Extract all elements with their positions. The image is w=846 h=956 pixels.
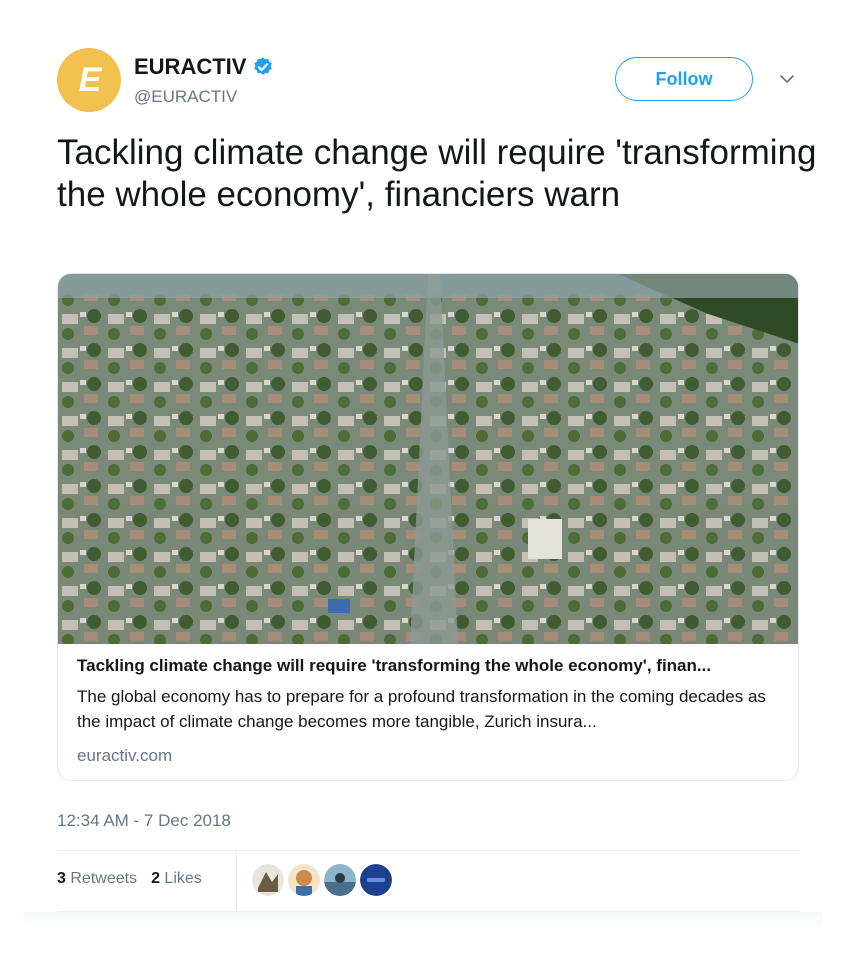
likes-count: 2	[151, 870, 160, 887]
follow-button[interactable]: Follow	[615, 57, 753, 101]
card-title: Tackling climate change will require 'tr…	[77, 656, 712, 675]
account-avatar[interactable]: E	[57, 48, 121, 112]
retweets-label: Retweets	[70, 870, 138, 887]
card-image[interactable]	[58, 274, 799, 644]
tweet-text: Tackling climate change will require 'tr…	[57, 133, 817, 214]
display-name-row[interactable]: EURACTIV	[134, 54, 274, 80]
tweet-timestamp[interactable]: 12:34 AM - 7 Dec 2018	[57, 811, 231, 831]
likes-stat[interactable]: 2 Likes	[151, 870, 202, 888]
liker-avatars	[252, 864, 392, 896]
account-handle[interactable]: @EURACTIV	[134, 87, 237, 107]
tweet-container: E EURACTIV @EURACTIV Follow Tackling cli…	[0, 0, 846, 956]
retweets-stat[interactable]: 3 Retweets	[57, 870, 137, 888]
likes-label: Likes	[164, 870, 202, 887]
verified-badge-icon	[254, 57, 273, 75]
chevron-down-icon[interactable]	[778, 70, 796, 88]
divider-top	[57, 850, 800, 851]
avatar-logo: E	[78, 60, 102, 99]
card-domain: euractiv.com	[77, 746, 173, 765]
display-name[interactable]: EURACTIV	[134, 54, 246, 80]
stats-separator	[236, 851, 237, 911]
engagement-stats: 3 Retweets 2 Likes	[57, 870, 202, 888]
liker-avatar-1[interactable]	[252, 864, 284, 896]
link-card[interactable]: Tackling climate change will require 'tr…	[57, 273, 799, 781]
footer-shadow	[24, 912, 822, 930]
liker-avatar-3[interactable]	[324, 864, 356, 896]
retweets-count: 3	[57, 870, 66, 887]
card-description: The global economy has to prepare for a …	[77, 687, 766, 731]
liker-avatar-4[interactable]	[360, 864, 392, 896]
liker-avatar-2[interactable]	[288, 864, 320, 896]
